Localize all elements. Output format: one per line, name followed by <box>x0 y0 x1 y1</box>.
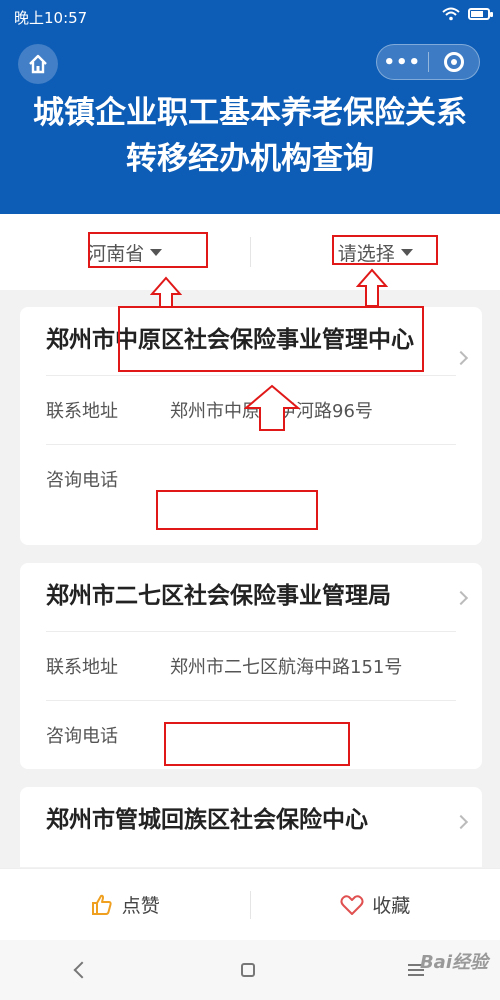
heart-icon <box>340 894 364 915</box>
back-icon[interactable] <box>73 961 91 979</box>
home-square-icon[interactable] <box>240 963 255 977</box>
close-miniprogram-button[interactable] <box>429 45 480 79</box>
like-button[interactable]: 点赞 <box>0 891 250 918</box>
favorite-label: 收藏 <box>372 895 411 917</box>
annotation-box-city <box>332 235 438 265</box>
more-menu-button[interactable]: ••• <box>377 45 428 79</box>
agency-name: 郑州市管城回族区社会保险中心 <box>46 807 368 833</box>
thumbs-up-icon <box>91 894 112 915</box>
like-label: 点赞 <box>121 895 160 917</box>
miniprogram-capsule: ••• <box>376 44 480 80</box>
agency-card[interactable]: 郑州市管城回族区社会保险中心 <box>20 787 482 867</box>
address-label: 联系地址 <box>46 401 118 422</box>
bottom-action-bar: 点赞 收藏 <box>0 868 500 940</box>
annotation-box-agency-name <box>118 306 424 372</box>
battery-icon <box>468 8 493 20</box>
home-icon <box>29 54 47 74</box>
annotation-arrow-up <box>244 384 300 431</box>
status-icons <box>442 7 493 21</box>
watermark: Bai经验 <box>419 952 488 973</box>
phone-label: 咨询电话 <box>46 726 118 747</box>
annotation-box-province <box>88 232 208 268</box>
annotation-arrow-up <box>356 268 388 307</box>
favorite-button[interactable]: 收藏 <box>251 891 500 918</box>
status-bar: 晚上10:57 <box>0 0 500 34</box>
home-button[interactable] <box>18 44 58 84</box>
agency-name: 郑州市二七区社会保险事业管理局 <box>46 583 391 609</box>
page-title: 城镇企业职工基本养老保险关系转移经办机构查询 <box>33 95 467 177</box>
wifi-icon <box>442 7 460 21</box>
status-time: 晚上10:57 <box>14 9 88 27</box>
page-header: ••• 城镇企业职工基本养老保险关系转移经办机构查询 <box>0 34 500 214</box>
annotation-box-phone-redacted <box>164 722 350 766</box>
annotation-box-phone-redacted <box>156 490 318 530</box>
address-row: 联系地址 郑州市二七区航海中路151号 <box>20 632 482 700</box>
phone-label: 咨询电话 <box>46 470 118 491</box>
address-value: 郑州市二七区航海中路151号 <box>170 657 403 678</box>
target-icon <box>443 52 464 72</box>
address-label: 联系地址 <box>46 657 118 678</box>
